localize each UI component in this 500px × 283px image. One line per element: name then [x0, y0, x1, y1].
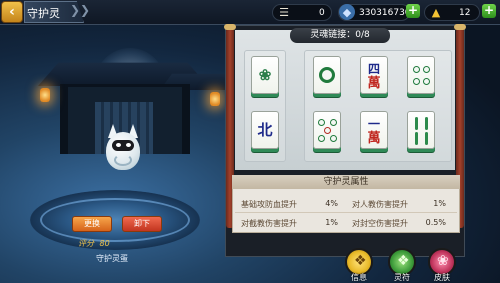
pillar: [182, 84, 190, 154]
diamond-icon: ◆: [339, 4, 355, 20]
attr-label: 对封空伤害提升: [352, 219, 408, 228]
score: 评分 80: [78, 238, 110, 249]
circle-pip: [423, 78, 430, 85]
add-diamond-button[interactable]: +: [406, 4, 420, 18]
circle-pip: [319, 67, 335, 83]
pet-eye: [116, 143, 121, 147]
lantern-icon: [210, 92, 220, 106]
tile-number: 四: [367, 62, 380, 76]
attr-value: 4%: [325, 199, 338, 208]
pet-name: 守护灵蛋: [96, 254, 128, 263]
pet-swirl: [114, 154, 132, 166]
tile-four-circle[interactable]: [407, 56, 435, 94]
add-gold-button[interactable]: +: [482, 4, 496, 18]
resource-value: 12: [459, 8, 471, 18]
attr-value: 1%: [433, 199, 446, 208]
circle-pip: [413, 66, 420, 73]
divider: [235, 212, 457, 213]
tile-label: 北: [257, 121, 273, 139]
tile-suit: 萬: [367, 131, 381, 146]
tile-five-circle[interactable]: [313, 111, 341, 149]
attr-label: 基础攻防血提升: [241, 200, 297, 209]
tile-suit: 萬: [367, 76, 381, 91]
circle-pip: [318, 135, 325, 142]
lantern-icon: [40, 88, 50, 102]
resource-value: 0: [319, 8, 325, 18]
tile-number: 一: [367, 117, 380, 131]
page-title: 守护灵: [27, 7, 60, 20]
scroll-cap: [454, 24, 466, 30]
score-value: 80: [99, 239, 110, 248]
tile-one-circle[interactable]: [313, 56, 341, 94]
bamboo-stick: [415, 132, 418, 145]
talisman-icon: ❖: [397, 253, 410, 269]
bird-icon: ❀: [258, 66, 272, 84]
bamboo-stick: [425, 132, 428, 145]
circle-pip: [423, 66, 430, 73]
tile-one-wan[interactable]: 一 萬: [360, 111, 388, 149]
attr-value: 0.5%: [425, 218, 446, 227]
attr-label: 对截教伤害提升: [241, 219, 297, 228]
unequip-button[interactable]: 卸下: [122, 216, 162, 232]
tile-bamboo[interactable]: [407, 111, 435, 149]
skin-icon: ❀: [437, 253, 449, 269]
tile-bird[interactable]: ❀: [251, 56, 279, 94]
replace-button[interactable]: 更换: [72, 216, 112, 232]
tile-four-wan[interactable]: 四 萬: [360, 56, 388, 94]
pet-eye: [126, 143, 131, 147]
guardian-egg-pet[interactable]: [104, 124, 142, 170]
chevron-left-icon[interactable]: ‹: [1, 1, 23, 23]
circle-pip: [413, 78, 420, 85]
top-bar: ‹ 守护灵 ❯❯ ☰ 0 ◆ 330316730 + ▲ 12 +: [0, 0, 500, 25]
talisman-label: 灵符: [394, 273, 410, 282]
scroll-cap: [224, 24, 236, 30]
bamboo-stick: [415, 117, 418, 130]
attr-value: 1%: [325, 218, 338, 227]
resource-gold: ▲ 12: [424, 4, 480, 21]
resource-scroll: ☰ 0: [272, 4, 332, 21]
scroll-icon: ☰: [279, 6, 289, 19]
circle-pip: [330, 135, 337, 142]
tile-north[interactable]: 北: [251, 111, 279, 149]
pillar: [60, 84, 68, 154]
attribute-title: 守护灵属性: [232, 175, 460, 189]
circle-pip: [324, 127, 331, 134]
soul-link-counter: 灵魂链接：0/8: [290, 28, 390, 43]
attr-label: 对人教伤害提升: [352, 200, 408, 209]
platform-ring: [40, 198, 190, 242]
circle-pip: [318, 119, 325, 126]
resource-diamond: ◆ 330316730: [338, 4, 411, 21]
resource-value: 330316730: [359, 8, 411, 18]
bamboo-stick: [425, 117, 428, 130]
info-icon: ❖: [354, 253, 367, 269]
title-ornament-icon: ❯❯: [70, 3, 91, 17]
info-label: 信息: [351, 273, 367, 282]
circle-pip: [330, 119, 337, 126]
skin-label: 皮肤: [434, 273, 450, 282]
gold-ingot-icon: ▲: [431, 6, 441, 19]
score-label: 评分: [78, 239, 94, 248]
